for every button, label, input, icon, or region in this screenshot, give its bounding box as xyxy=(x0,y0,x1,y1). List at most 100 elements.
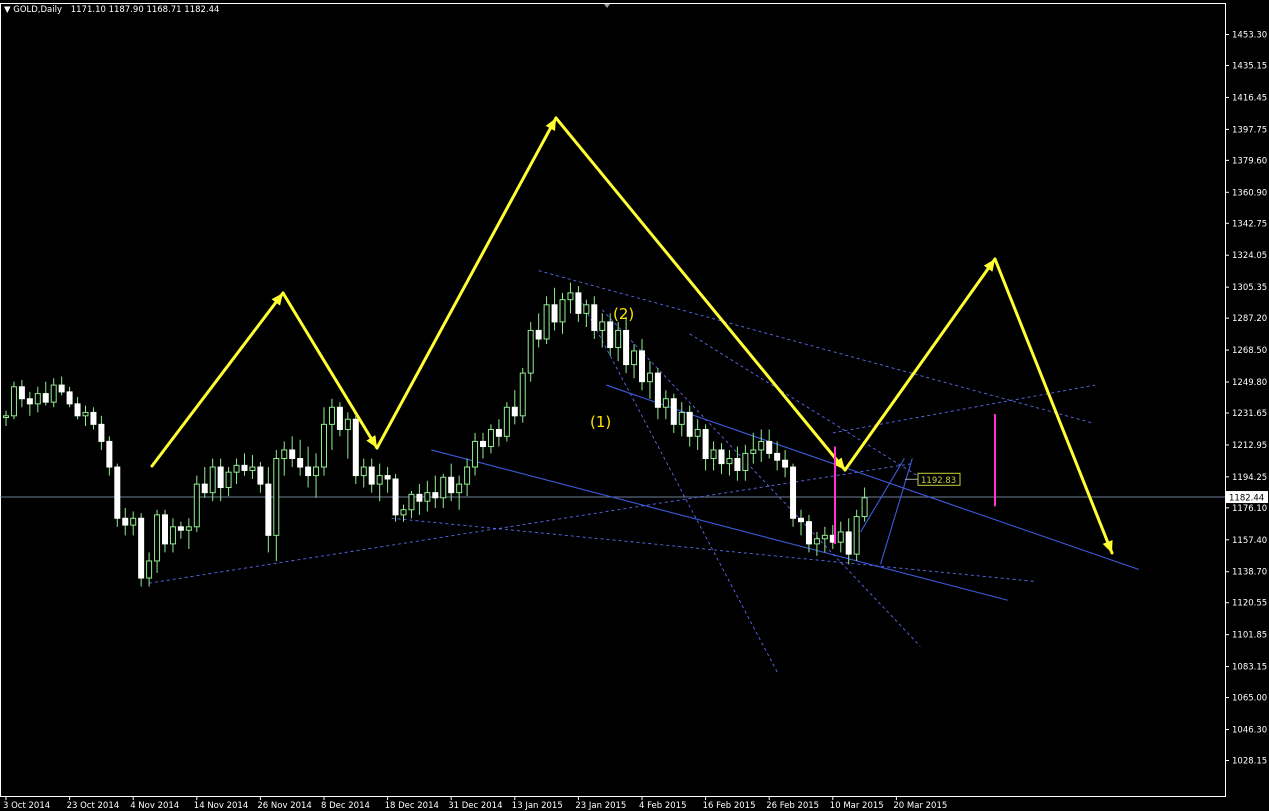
y-tick-label: 1231.65 xyxy=(1232,409,1267,419)
candle-up xyxy=(233,464,240,473)
candle-down xyxy=(122,517,129,526)
candle-down xyxy=(217,466,224,489)
y-tick-label: 1120.55 xyxy=(1232,599,1267,609)
candle-down xyxy=(670,398,677,425)
candle-up xyxy=(321,423,327,468)
price-chart[interactable]: 1453.30 1435.15 1416.45 1397.75 1379.60 1360.… xyxy=(0,0,1269,811)
candle-down xyxy=(495,428,502,437)
candle-up xyxy=(662,398,669,408)
candle-up xyxy=(344,418,351,430)
x-tick-label: 26 Nov 2014 xyxy=(257,801,311,811)
candle-down xyxy=(639,350,645,383)
x-tick-label: 14 Nov 2014 xyxy=(194,801,248,811)
candle-up xyxy=(193,483,200,528)
candle-down xyxy=(798,517,804,523)
candle-up xyxy=(50,384,57,403)
fan-line xyxy=(689,333,929,483)
x-tick-label: 23 Jan 2015 xyxy=(575,801,626,811)
candle-down xyxy=(368,466,375,485)
candle-up xyxy=(487,428,494,448)
candle-down xyxy=(138,517,145,579)
candle-up xyxy=(10,386,17,417)
chart-header: ▼ GOLD,Daily 1171.10 1187.90 1168.71 118… xyxy=(4,5,219,15)
candle-up xyxy=(599,321,606,331)
candle-down xyxy=(201,483,208,494)
fan-line xyxy=(601,309,921,647)
candle-down xyxy=(845,531,852,555)
current-price-label: 1182.44 xyxy=(1229,494,1264,504)
candle-down xyxy=(305,466,312,477)
candle-up xyxy=(726,458,733,465)
candle-up xyxy=(615,329,622,349)
y-tick-label: 1268.50 xyxy=(1232,346,1267,356)
candle-down xyxy=(790,466,797,519)
chart-area[interactable]: 1453.30 1435.15 1416.45 1397.75 1379.60 1360.… xyxy=(0,0,1269,811)
y-tick-label: 1176.10 xyxy=(1232,504,1267,514)
candle-down xyxy=(718,449,725,465)
candle-down xyxy=(257,466,264,485)
channel-line-short xyxy=(860,458,905,533)
candle-down xyxy=(774,452,781,461)
candle-up xyxy=(209,466,216,494)
candle-down xyxy=(265,483,272,536)
candle-up xyxy=(543,304,550,340)
candle-up xyxy=(225,471,232,489)
fan-line xyxy=(149,463,913,584)
candle-up xyxy=(456,483,463,494)
y-tick-label: 1028.15 xyxy=(1232,757,1267,767)
y-tick-label: 1046.30 xyxy=(1232,726,1267,736)
x-tick-label: 26 Feb 2015 xyxy=(766,801,819,811)
y-tick-label: 1416.45 xyxy=(1232,93,1267,103)
candle-up xyxy=(464,466,471,485)
candle-up xyxy=(472,440,479,468)
candle-down xyxy=(623,329,630,366)
scroll-marker-icon[interactable] xyxy=(604,4,610,8)
price-tag-label: 1192.83 xyxy=(921,476,956,486)
candle-up xyxy=(710,449,717,460)
candle-up xyxy=(646,372,653,383)
x-tick-label: 8 Dec 2014 xyxy=(321,801,370,811)
y-tick-label: 1083.15 xyxy=(1232,663,1267,673)
candle-up xyxy=(527,329,534,374)
candle-down xyxy=(511,406,518,417)
candle-down xyxy=(448,476,455,494)
y-tick-label: 1397.75 xyxy=(1232,125,1267,135)
projection-segment xyxy=(150,291,285,468)
candle-down xyxy=(66,391,73,405)
candle-up xyxy=(360,466,367,477)
candle-down xyxy=(74,403,81,417)
candle-up xyxy=(567,292,574,301)
candle-up xyxy=(853,516,860,555)
y-tick-label: 1435.15 xyxy=(1232,61,1267,71)
candle-up xyxy=(273,458,280,536)
candle-up xyxy=(249,466,256,471)
candle-up xyxy=(631,350,638,366)
y-tick-label: 1324.05 xyxy=(1232,251,1267,261)
candle-down xyxy=(336,406,343,430)
menu-triangle-icon[interactable]: ▼ xyxy=(4,5,11,15)
y-tick-label: 1212.95 xyxy=(1232,441,1267,451)
y-tick-label: 1065.00 xyxy=(1232,694,1267,704)
candle-up xyxy=(400,509,407,516)
candle-down xyxy=(297,458,304,468)
x-tick-label: 16 Feb 2015 xyxy=(703,801,756,811)
candle-down xyxy=(241,464,248,471)
y-tick-label: 1138.70 xyxy=(1232,568,1267,578)
x-tick-label: 3 Oct 2014 xyxy=(3,801,50,811)
symbol-label: GOLD,Daily xyxy=(13,5,63,15)
candle-down xyxy=(352,418,359,477)
channel-line-main xyxy=(606,384,1140,571)
candle-down xyxy=(432,492,439,499)
candle-down xyxy=(106,440,113,468)
candle-down xyxy=(686,411,693,437)
y-tick-label: 1157.40 xyxy=(1232,536,1267,546)
candle-up xyxy=(519,372,526,417)
candle-up xyxy=(583,304,590,314)
candle-down xyxy=(114,466,121,519)
candle-down xyxy=(766,440,773,454)
projection-segment xyxy=(375,116,558,450)
candle-down xyxy=(392,478,399,516)
candle-down xyxy=(90,411,97,425)
candle-up xyxy=(837,531,844,543)
candle-up xyxy=(154,514,161,562)
